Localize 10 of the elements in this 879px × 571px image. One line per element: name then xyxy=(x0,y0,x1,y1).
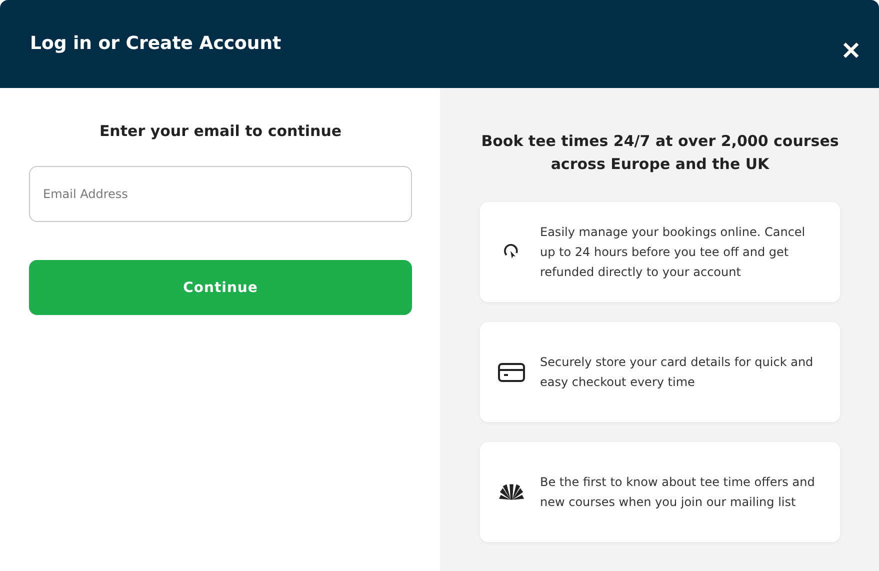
benefit-text: Easily manage your bookings online. Cancel up to 24 hours before you tee off and get refunded directly to your account xyxy=(540,224,806,281)
close-button[interactable]: ✕ xyxy=(841,36,861,66)
form-heading: Enter your email to continue xyxy=(98,122,343,140)
window-title: Log in or Create Account xyxy=(30,32,282,54)
benefit-text: Securely store your card details for quick and easy checkout every time xyxy=(540,354,814,391)
benefits-heading: Book tee times 24/7 at over 2,000 courses across Europe and the UK xyxy=(480,131,840,175)
email-field[interactable]: Email Address xyxy=(29,166,412,222)
benefit-text: Be the first to know about tee time offers and new courses when you join our mailing list xyxy=(540,474,816,511)
credit-card-icon xyxy=(498,362,525,382)
peacock-icon xyxy=(498,483,525,501)
